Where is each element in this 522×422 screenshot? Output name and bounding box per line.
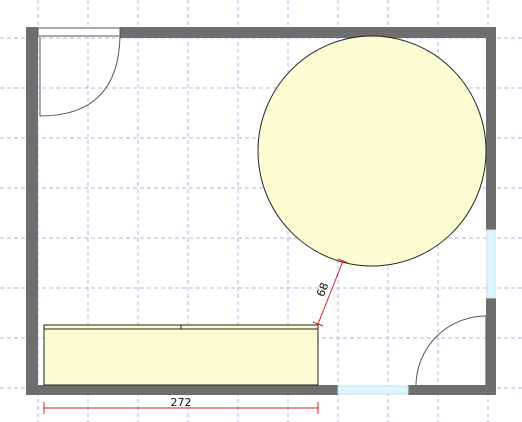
floor-plan-canvas: 272 68 xyxy=(0,0,522,422)
round-table[interactable] xyxy=(257,35,487,267)
bench[interactable] xyxy=(43,324,319,386)
wall-left[interactable] xyxy=(26,27,38,395)
door-leaf[interactable] xyxy=(37,27,121,37)
dimension-bench-to-table: 68 xyxy=(312,258,349,327)
door-bottom-right[interactable] xyxy=(415,315,487,386)
wall-right-upper[interactable] xyxy=(486,27,496,230)
door-swing-arc xyxy=(39,36,121,117)
door-swing-arc xyxy=(415,315,487,386)
bench-seat[interactable] xyxy=(43,324,319,386)
window-bottom[interactable] xyxy=(337,385,409,395)
window-right[interactable] xyxy=(486,229,496,299)
dimension-bench-width: 272 xyxy=(43,396,319,414)
wall-bottom-right[interactable] xyxy=(408,385,496,395)
door-top-left[interactable] xyxy=(37,27,121,117)
wall-bottom-left[interactable] xyxy=(26,385,338,395)
wall-top[interactable] xyxy=(120,27,496,38)
dimension-label: 272 xyxy=(171,396,192,409)
wall-right-lower[interactable] xyxy=(486,298,496,395)
